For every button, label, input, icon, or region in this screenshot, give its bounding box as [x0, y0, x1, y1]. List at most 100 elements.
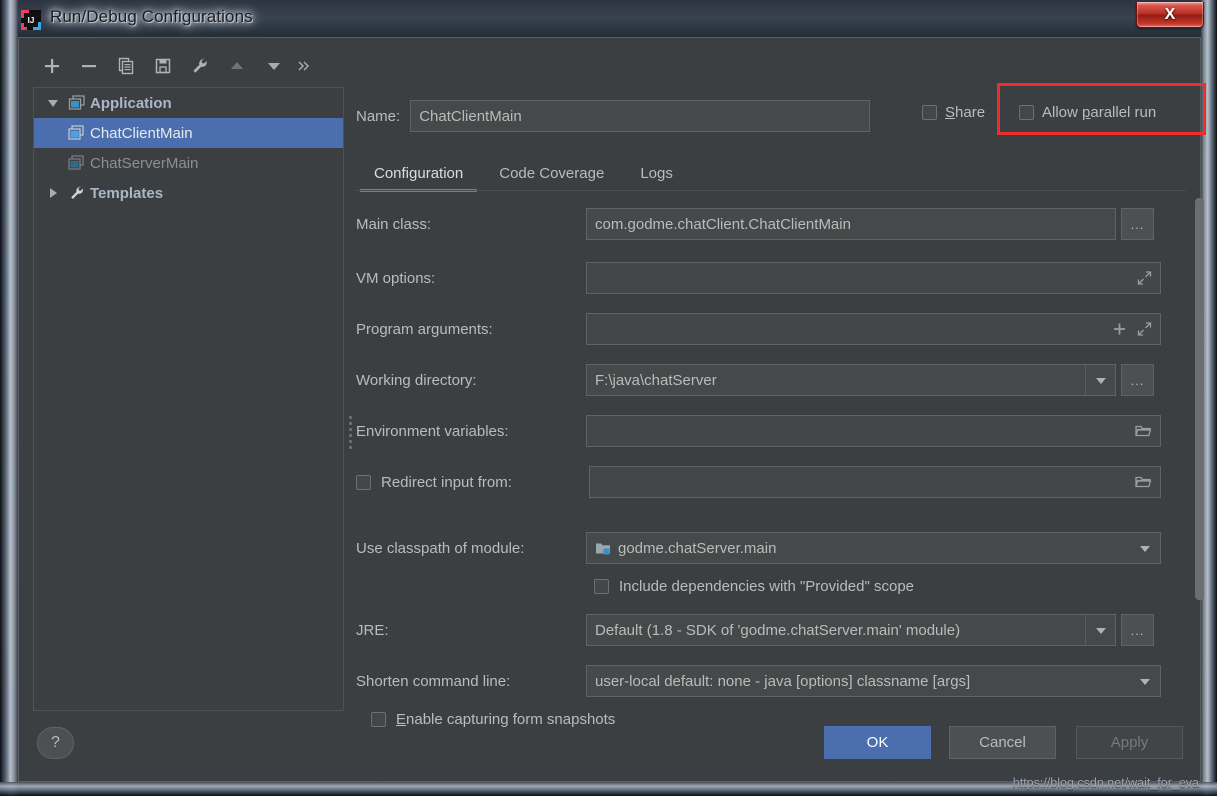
configuration-form: Main class: com.godme.chatClient.ChatCli… — [356, 193, 1191, 753]
share-label-rest: hare — [955, 104, 986, 121]
environment-variables-row: Environment variables: — [356, 414, 1176, 448]
chevron-down-icon[interactable] — [42, 97, 64, 109]
classpath-module-combo[interactable]: godme.chatServer.main — [586, 532, 1161, 564]
apply-button[interactable]: Apply — [1076, 726, 1183, 759]
jre-row: JRE: Default (1.8 - SDK of 'godme.chatSe… — [356, 613, 1186, 647]
checkbox-box[interactable] — [594, 579, 609, 594]
working-directory-dropdown-arrow[interactable] — [1085, 365, 1115, 395]
name-label: Name: — [356, 107, 401, 125]
classpath-module-dropdown-arrow[interactable] — [1130, 533, 1160, 563]
working-directory-value: F:\java\chatServer — [595, 371, 717, 389]
window-root: IJ Run/Debug Configurations X Applicatio… — [0, 0, 1217, 796]
expand-diagonal-icon[interactable] — [1137, 271, 1152, 286]
tabs-divider — [356, 190, 1186, 191]
vm-options-label: VM options: — [356, 269, 436, 287]
configurations-toolbar — [33, 48, 344, 84]
configuration-tabs: Configuration Code Coverage Logs — [356, 150, 1191, 192]
add-configuration-button[interactable] — [33, 51, 70, 81]
environment-variables-label: Environment variables: — [356, 422, 509, 440]
tree-item-chatclientmain[interactable]: ChatClientMain — [34, 118, 343, 148]
tab-logs[interactable]: Logs — [622, 165, 691, 192]
copy-configuration-button[interactable] — [107, 51, 144, 81]
shorten-command-line-combo[interactable]: user-local default: none - java [options… — [586, 665, 1161, 697]
tab-code-coverage[interactable]: Code Coverage — [481, 165, 622, 192]
classpath-module-value: godme.chatServer.main — [618, 539, 777, 557]
allow-parallel-run-label: Allow parallel run — [1042, 104, 1157, 121]
tree-item-application[interactable]: Application — [34, 88, 343, 118]
tree-item-label: ChatServerMain — [90, 154, 199, 172]
jre-label: JRE: — [356, 621, 389, 639]
jre-browse-button[interactable]: ... — [1121, 614, 1154, 646]
run-debug-configurations-dialog: Application ChatClientMain ChatServerMai… — [18, 37, 1206, 782]
share-checkbox[interactable]: Share — [922, 104, 985, 121]
folder-icon[interactable] — [1135, 475, 1152, 490]
close-button[interactable]: X — [1136, 2, 1204, 28]
main-class-value: com.godme.chatClient.ChatClientMain — [595, 215, 851, 233]
edit-templates-button[interactable] — [181, 51, 218, 81]
form-snapshots-checkbox[interactable]: Enable capturing form snapshots — [371, 711, 615, 728]
classpath-module-label: Use classpath of module: — [356, 539, 525, 557]
content-scrollbar[interactable] — [1195, 198, 1204, 748]
working-directory-browse-button[interactable]: ... — [1121, 364, 1154, 396]
folder-icon[interactable] — [1135, 424, 1152, 439]
application-config-icon — [64, 155, 90, 171]
share-label: Share — [945, 104, 986, 121]
checkbox-box[interactable] — [1019, 105, 1034, 120]
ok-button[interactable]: OK — [824, 726, 931, 759]
watermark-url: https://blog.csdn.net/wait_for_eva — [1012, 776, 1199, 790]
tree-item-templates[interactable]: Templates — [34, 178, 343, 208]
move-down-button[interactable] — [255, 51, 292, 81]
working-directory-label: Working directory: — [356, 371, 477, 389]
redirect-input-label: Redirect input from: — [381, 473, 512, 491]
svg-text:IJ: IJ — [28, 16, 35, 25]
working-directory-row: Working directory: F:\java\chatServer ..… — [356, 363, 1176, 397]
cancel-button[interactable]: Cancel — [949, 726, 1056, 759]
intellij-idea-icon: IJ — [20, 9, 42, 31]
checkbox-box[interactable] — [371, 712, 386, 727]
shorten-command-line-dropdown-arrow[interactable] — [1130, 666, 1160, 696]
wrench-icon — [64, 185, 90, 201]
tree-item-chatservermain[interactable]: ChatServerMain — [34, 148, 343, 178]
scrollbar-thumb[interactable] — [1195, 198, 1204, 600]
main-class-row: Main class: com.godme.chatClient.ChatCli… — [356, 207, 1176, 241]
jre-value: Default (1.8 - SDK of 'godme.chatServer.… — [595, 621, 961, 639]
move-up-button[interactable] — [218, 51, 255, 81]
main-class-input[interactable]: com.godme.chatClient.ChatClientMain — [586, 208, 1116, 240]
expand-diagonal-icon[interactable] — [1137, 322, 1152, 337]
include-provided-label: Include dependencies with "Provided" sco… — [619, 578, 915, 595]
more-options-button[interactable] — [292, 51, 316, 81]
module-icon — [595, 541, 612, 556]
tree-item-label: Templates — [90, 184, 164, 202]
checkbox-box[interactable] — [356, 474, 371, 490]
shorten-command-line-row: Shorten command line: user-local default… — [356, 664, 1186, 698]
window-frame-left — [0, 0, 18, 796]
close-icon: X — [1164, 5, 1176, 23]
shorten-command-line-label: Shorten command line: — [356, 672, 511, 690]
program-arguments-label: Program arguments: — [356, 320, 493, 338]
title-bar: IJ Run/Debug Configurations X — [0, 0, 1217, 40]
redirect-input-field[interactable] — [589, 466, 1161, 498]
main-class-browse-button[interactable]: ... — [1121, 208, 1154, 240]
working-directory-input[interactable]: F:\java\chatServer — [586, 364, 1116, 396]
jre-dropdown-arrow[interactable] — [1085, 615, 1115, 645]
main-class-label: Main class: — [356, 215, 432, 233]
chevron-right-icon[interactable] — [42, 187, 64, 199]
include-provided-checkbox[interactable]: Include dependencies with "Provided" sco… — [594, 578, 914, 595]
classpath-module-row: Use classpath of module: godme.chatServe… — [356, 531, 1176, 565]
remove-configuration-button[interactable] — [70, 51, 107, 81]
checkbox-box[interactable] — [922, 105, 937, 120]
plus-icon[interactable] — [1112, 322, 1127, 337]
redirect-input-checkbox[interactable]: Redirect input from: — [356, 474, 586, 491]
vm-options-input[interactable] — [586, 262, 1161, 294]
tab-configuration[interactable]: Configuration — [356, 165, 481, 192]
allow-parallel-run-checkbox[interactable]: Allow parallel run — [1019, 104, 1156, 121]
tree-item-label: Application — [90, 94, 172, 112]
help-button[interactable]: ? — [37, 727, 74, 759]
name-input[interactable] — [410, 100, 871, 132]
environment-variables-input[interactable] — [586, 415, 1161, 447]
save-configuration-button[interactable] — [144, 51, 181, 81]
configurations-tree: Application ChatClientMain ChatServerMai… — [33, 87, 344, 711]
program-arguments-input[interactable] — [586, 313, 1161, 345]
jre-combo[interactable]: Default (1.8 - SDK of 'godme.chatServer.… — [586, 614, 1116, 646]
panel-splitter[interactable] — [345, 408, 355, 456]
